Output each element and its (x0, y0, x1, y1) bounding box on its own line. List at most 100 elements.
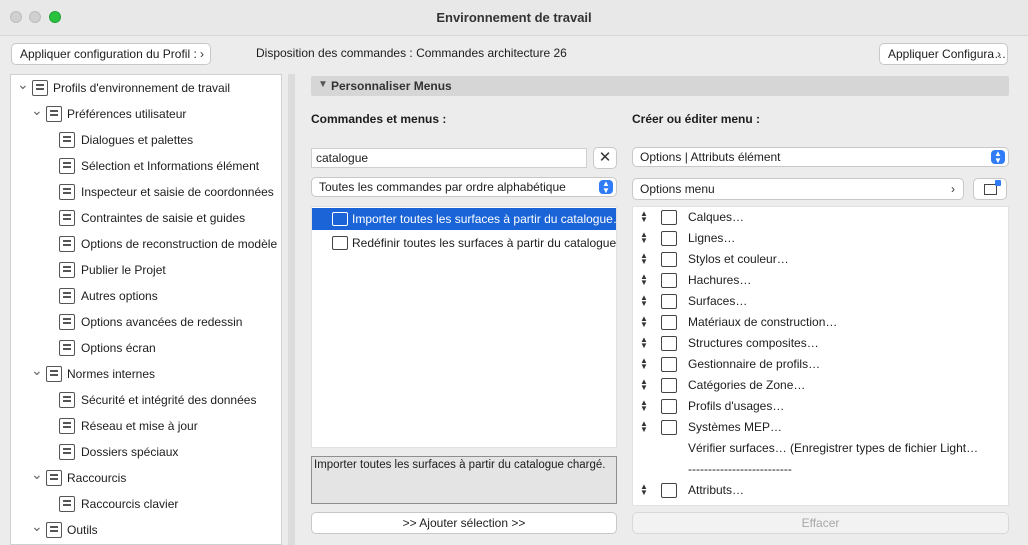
drag-handle-icon[interactable]: ▲ ▼ (640, 252, 648, 266)
section-header[interactable]: ▼ Personnaliser Menus (311, 76, 1009, 96)
sidebar-item[interactable]: ⌄ Normes internes (31, 361, 281, 387)
sidebar-item[interactable]: Options écran (59, 335, 281, 361)
sidebar-item-label: Options écran (81, 341, 156, 355)
preferences-icon (46, 106, 62, 122)
sidebar-item[interactable]: Options avancées de redessin (59, 309, 281, 335)
commands-list[interactable]: Importer toutes les surfaces à partir du… (311, 206, 617, 448)
edit-menu-button[interactable] (973, 178, 1007, 200)
command-description: Importer toutes les surfaces à partir du… (311, 456, 617, 504)
sidebar-item[interactable]: Sélection et Informations élément (59, 153, 281, 179)
zone-icon (661, 378, 677, 393)
menu-item-label: Systèmes MEP… (688, 420, 783, 434)
screen-icon (59, 340, 75, 356)
menu-item-row[interactable]: Vérifier surfaces… (Enregistrer types de… (633, 438, 1008, 459)
customize-menus-panel: ▼ Personnaliser Menus Commandes et menus… (295, 74, 1028, 545)
mep-icon (661, 420, 677, 435)
tools-icon (46, 522, 62, 538)
disclosure-down-icon: ▼ (318, 79, 328, 90)
drag-handle-icon[interactable]: ▲ ▼ (640, 357, 648, 371)
apply-config-button[interactable]: Appliquer Configura… › (879, 43, 1008, 65)
menu-item-row[interactable]: ▲ ▼ Profils d'usages… (633, 396, 1008, 417)
publish-icon (59, 262, 75, 278)
dialogs-icon (59, 132, 75, 148)
add-selection-button[interactable]: >> Ajouter sélection >> (311, 512, 617, 534)
clear-search-button[interactable]: ✕ (593, 147, 617, 169)
chevron-down-icon[interactable]: ⌄ (31, 461, 43, 487)
security-icon (59, 392, 75, 408)
sidebar-item-label: Outils (67, 523, 98, 537)
sidebar-item-label: Dossiers spéciaux (81, 445, 179, 459)
materials-icon (661, 315, 677, 330)
pen-icon (661, 252, 677, 267)
menu-item-row[interactable]: ▲ ▼ Attributs… (633, 480, 1008, 501)
menu-item-label: Matériaux de construction… (688, 315, 838, 329)
sidebar-item[interactable]: ⌄ Raccourcis (31, 465, 281, 491)
drag-handle-icon[interactable]: ▲ ▼ (640, 273, 648, 287)
menu-item-row[interactable]: ▲ ▼ Catégories de Zone… (633, 375, 1008, 396)
lines-icon (661, 231, 677, 246)
shortcuts-icon (46, 470, 62, 486)
menu-item-row[interactable]: ▲ ▼ Gestionnaire de profils… (633, 354, 1008, 375)
menu-item-row[interactable]: -------------------------- (633, 459, 1008, 480)
drag-handle-icon[interactable]: ▲ ▼ (640, 294, 648, 308)
chevron-down-icon[interactable]: ⌄ (31, 513, 43, 539)
submenu-select[interactable]: Options menu › (632, 178, 964, 200)
menu-item-row[interactable]: ▲ ▼ Lignes… (633, 228, 1008, 249)
updown-stepper-icon: ▲ ▼ (991, 150, 1005, 165)
sidebar-item[interactable]: ⌄ Outils (31, 517, 281, 543)
sidebar-item[interactable]: Autres options (59, 283, 281, 309)
selection-icon (59, 158, 75, 174)
top-bar: Appliquer configuration du Profil : › Di… (0, 36, 1028, 72)
menu-item-row[interactable]: ▲ ▼ Surfaces… (633, 291, 1008, 312)
chevron-down-icon[interactable]: ⌄ (31, 97, 43, 123)
apply-profile-button[interactable]: Appliquer configuration du Profil : › (11, 43, 211, 65)
drag-handle-icon[interactable]: ▲ ▼ (640, 315, 648, 329)
search-input[interactable] (311, 148, 587, 168)
chevron-right-icon: › (200, 47, 204, 61)
sidebar-item[interactable]: ⌄ Préférences utilisateur (31, 101, 281, 127)
menu-item-row[interactable]: ▲ ▼ Stylos et couleur… (633, 249, 1008, 270)
sidebar-item[interactable]: Dossiers spéciaux (59, 439, 281, 465)
sidebar-item-label: Publier le Projet (81, 263, 166, 277)
menu-item-row[interactable]: ▲ ▼ Calques… (633, 207, 1008, 228)
splitter[interactable] (288, 74, 295, 545)
drag-handle-icon[interactable]: ▲ ▼ (640, 231, 648, 245)
menu-item-row[interactable]: ▲ ▼ Hachures… (633, 270, 1008, 291)
menu-item-row[interactable]: ▲ ▼ Structures composites… (633, 333, 1008, 354)
menu-items-list[interactable]: ▲ ▼ Calques… ▲ ▼ Lignes… ▲ ▼ Stylos et couleur… ▲… (632, 206, 1009, 506)
drag-handle-icon[interactable]: ▲ ▼ (640, 483, 648, 497)
sidebar-item[interactable]: Options de reconstruction de modèle (59, 231, 281, 257)
sort-select[interactable]: Toutes les commandes par ordre alphabéti… (311, 177, 617, 197)
commands-label: Commandes et menus : (311, 112, 447, 126)
drag-handle-icon[interactable]: ▲ ▼ (640, 210, 648, 224)
menu-item-row[interactable]: ▲ ▼ Matériaux de construction… (633, 312, 1008, 333)
redraw-icon (59, 314, 75, 330)
menu-item-label: Attributs… (688, 483, 745, 497)
menu-select[interactable]: Options | Attributs élément ▲ ▼ (632, 147, 1009, 167)
sidebar-item[interactable]: Dialogues et palettes (59, 127, 281, 153)
sidebar-item[interactable]: Inspecteur et saisie de coordonnées (59, 179, 281, 205)
command-row[interactable]: Importer toutes les surfaces à partir du… (312, 208, 616, 230)
sidebar-item[interactable]: Contraintes de saisie et guides (59, 205, 281, 231)
drag-handle-icon[interactable]: ▲ ▼ (640, 336, 648, 350)
sidebar-item-label: Contraintes de saisie et guides (81, 211, 246, 225)
sidebar-item-label: Raccourcis (67, 471, 127, 485)
sidebar-tree[interactable]: ⌄ Profils d'environnement de travail ⌄ Préf… (10, 74, 282, 545)
sidebar-item[interactable]: Réseau et mise à jour (59, 413, 281, 439)
sidebar-item[interactable]: Sécurité et intégrité des données (59, 387, 281, 413)
drag-handle-icon[interactable]: ▲ ▼ (640, 399, 648, 413)
sidebar-item[interactable]: Publier le Projet (59, 257, 281, 283)
menu-item-label: Vérifier surfaces… (Enregistrer types de… (688, 441, 979, 455)
apply-config-label: Appliquer Configura… (888, 47, 1007, 61)
chevron-down-icon[interactable]: ⌄ (17, 75, 29, 97)
drag-handle-icon[interactable]: ▲ ▼ (640, 378, 648, 392)
sidebar-item[interactable]: Raccourcis clavier (59, 491, 281, 517)
menu-item-row[interactable]: ▲ ▼ Systèmes MEP… (633, 417, 1008, 438)
command-row[interactable]: Redéfinir toutes les surfaces à partir d… (312, 232, 616, 254)
erase-button[interactable]: Effacer (632, 512, 1009, 534)
sidebar-item[interactable]: ⌄ Profils d'environnement de travail (17, 75, 281, 101)
menu-item-label: Profils d'usages… (688, 399, 785, 413)
chevron-down-icon[interactable]: ⌄ (31, 357, 43, 383)
drag-handle-icon[interactable]: ▲ ▼ (640, 420, 648, 434)
standards-icon (46, 366, 62, 382)
